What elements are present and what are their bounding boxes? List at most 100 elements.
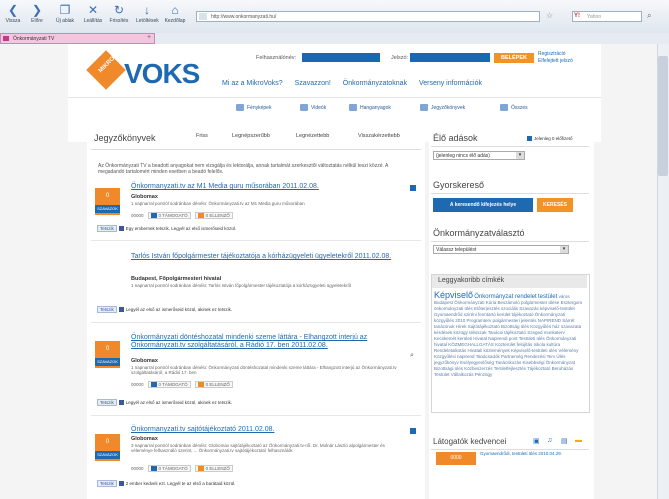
subnav-minutes[interactable]: Jegyzőkönyvek [420, 104, 465, 111]
forward-button[interactable]: ❯ Előre [26, 3, 48, 24]
search-icon[interactable]: ⌕ [647, 11, 651, 21]
vote-stats: 00000 0 TÁMOGATÓ 0 ELLENZŐ [131, 381, 237, 389]
refresh-icon: ↻ [113, 3, 125, 17]
article-author[interactable]: Globomax [131, 194, 158, 200]
like-button[interactable]: Tetszik [97, 480, 117, 487]
rss-icon[interactable] [410, 428, 416, 434]
stop-icon: ✕ [87, 3, 99, 17]
downloads-button[interactable]: ↓ Letöltések [136, 3, 159, 24]
tag-cloud: Képviselő Önkormányzat rendelet testület… [434, 290, 584, 378]
municipality-title: Önkormányzatválasztó [433, 228, 525, 238]
nav-municipalities[interactable]: Önkormányzatoknak [343, 80, 407, 87]
supporters-badge[interactable]: 0 TÁMOGATÓ [147, 212, 191, 220]
article-desc: 1 napnarral pontról sodránban dénélo: Ta… [131, 283, 352, 288]
facebook-like-row: Tetszik 2 ember kedveli ezt. Legyél te az… [97, 480, 235, 487]
search-zoom-icon[interactable]: ⌕ [410, 352, 414, 360]
article-author[interactable]: Budapest, Főpolgármesteri hivatal [131, 276, 221, 282]
tab-favicon-icon [3, 36, 9, 41]
tab-most-viewed[interactable]: Legnézettebb [296, 133, 329, 139]
refresh-button[interactable]: ↻ Frissítés [108, 3, 130, 24]
vote-box[interactable]: 0 SZAVAZOK [95, 434, 120, 461]
like-button[interactable]: Tetszik [97, 306, 117, 313]
supporters-badge[interactable]: 0 TÁMOGATÓ [147, 381, 191, 389]
thumb-down-icon [197, 466, 204, 472]
vote-stats: 00000 0 TÁMOGATÓ 0 ELLENZŐ [131, 465, 237, 473]
article-title[interactable]: Tarlós István főpolgármester tájékoztató… [131, 253, 411, 261]
nav-vote[interactable]: Szavazzon! [295, 80, 331, 87]
new-tab-button[interactable]: ❐ Új ablak [54, 3, 76, 24]
subnav-videos[interactable]: Videók [300, 104, 326, 111]
password-input[interactable] [410, 53, 490, 62]
music-icon[interactable]: ♫ [547, 437, 552, 444]
music-icon [349, 104, 357, 111]
nav-competition-info[interactable]: Verseny információk [419, 80, 482, 87]
article-desc: 1 napnarral pontról sodránban dénélo: Ön… [131, 365, 397, 375]
article-title[interactable]: Önkormanyzati.tv sajtótájékoztató 2011.0… [131, 426, 401, 434]
vote-box[interactable]: 0 SZAVAZOK [95, 341, 120, 368]
new-tab-plus-button[interactable]: + [143, 33, 155, 44]
tab-most-popular[interactable]: Legnépszerűbb [232, 133, 270, 139]
supporters-badge[interactable]: 0 TÁMOGATÓ [147, 465, 191, 473]
article-divider [91, 415, 421, 416]
search-field[interactable]: A keresendő kifejezés helye [433, 198, 533, 212]
home-button[interactable]: ⌂ Kezdőlap [164, 3, 186, 24]
nav-what-is-mikrovoks[interactable]: Mi az a MikroVoks? [222, 80, 283, 87]
main-divider [91, 149, 421, 150]
rss-icon[interactable] [410, 185, 416, 191]
tag-list[interactable]: város Budapest Önkormányzati Kúria Beszá… [434, 294, 582, 377]
municipality-select[interactable]: Válassz települést ▾ [433, 245, 569, 254]
live-title: Élő adások [433, 133, 478, 143]
sidebar-divider [431, 241, 589, 242]
forgot-password-link[interactable]: Elfelejtett jelszó [538, 58, 573, 64]
tab-most-requested[interactable]: Visszakérzettebb [358, 133, 400, 139]
chevron-down-icon: ▾ [516, 152, 524, 159]
url-bar[interactable]: http://www.onkormanyzati.hu/ [196, 11, 540, 22]
subscribers-link[interactable]: Jelenleg 0 előfizető [534, 136, 573, 141]
search-input[interactable]: Yahoo [572, 11, 642, 22]
document-icon [420, 104, 428, 111]
article-author[interactable]: Globomax [131, 358, 158, 364]
photo-icon[interactable]: ▣ [533, 437, 540, 445]
thumb-down-icon [197, 213, 204, 219]
subnav-photos[interactable]: Fényképek [236, 104, 271, 111]
like-button[interactable]: Tetszik [97, 225, 117, 232]
search-submit-button[interactable]: KERESÉS [537, 198, 573, 212]
subnav-audio[interactable]: Hanganyagok [349, 104, 391, 111]
opponents-badge[interactable]: 0 ELLENZŐ [194, 381, 233, 389]
download-icon: ↓ [144, 3, 150, 17]
like-button[interactable]: Tetszik [97, 399, 117, 406]
sidebar-divider [431, 449, 589, 450]
login-button[interactable]: BELÉPEK [494, 53, 534, 63]
article-author[interactable]: Globomax [131, 436, 158, 442]
star-icon[interactable]: ☆ [546, 11, 553, 20]
username-input[interactable] [302, 53, 380, 62]
tag-big[interactable]: Képviselő [434, 290, 473, 300]
article-title[interactable]: Önkormanyzati.tv az M1 Media guru műsorá… [131, 183, 401, 191]
thumb-up-icon [150, 382, 157, 388]
back-arrow-icon: ❮ [7, 3, 19, 17]
facebook-like-row: Tetszik Legyél az első az ismerőseid közü… [97, 306, 232, 313]
logo-voks-text[interactable]: VOKS [124, 58, 200, 90]
tab-fresh[interactable]: Friss [196, 133, 208, 139]
favorite-thumbnail[interactable]: 0000 [436, 452, 476, 465]
nav-divider [68, 97, 601, 98]
subnav-all[interactable]: Összes [500, 104, 528, 111]
opponents-badge[interactable]: 0 ELLENZŐ [194, 465, 233, 473]
opponents-badge[interactable]: 0 ELLENZŐ [194, 212, 233, 220]
folder-icon[interactable]: ▬ [575, 437, 582, 444]
tab-onkormanyzati-tv[interactable]: Önkormányzati TV [0, 33, 155, 44]
vote-stats: 00000 0 TÁMOGATÓ 0 ELLENZŐ [131, 212, 237, 220]
article-title[interactable]: Önkormányzati döntéshozatal mindenki sze… [131, 334, 401, 350]
favorite-link[interactable]: Gyomaendrődi, testületi ülés 2010.04.29. [480, 451, 580, 457]
stop-button[interactable]: ✕ Leállítás [82, 3, 104, 24]
live-select[interactable]: (jelenleg nincs élő adás) ▾ [433, 151, 525, 160]
scrollbar-thumb[interactable] [658, 56, 668, 176]
back-button[interactable]: ❮ Vissza [2, 3, 24, 24]
forward-arrow-icon: ❯ [31, 3, 43, 17]
vote-box[interactable]: 0 SZAVAZOK [95, 188, 120, 215]
page-icon [199, 13, 207, 20]
register-link[interactable]: Regisztráció [538, 51, 566, 57]
document-icon[interactable]: ▤ [561, 437, 568, 445]
favorites-title: Látogatók kedvencei [433, 437, 507, 446]
facebook-icon [118, 226, 124, 232]
